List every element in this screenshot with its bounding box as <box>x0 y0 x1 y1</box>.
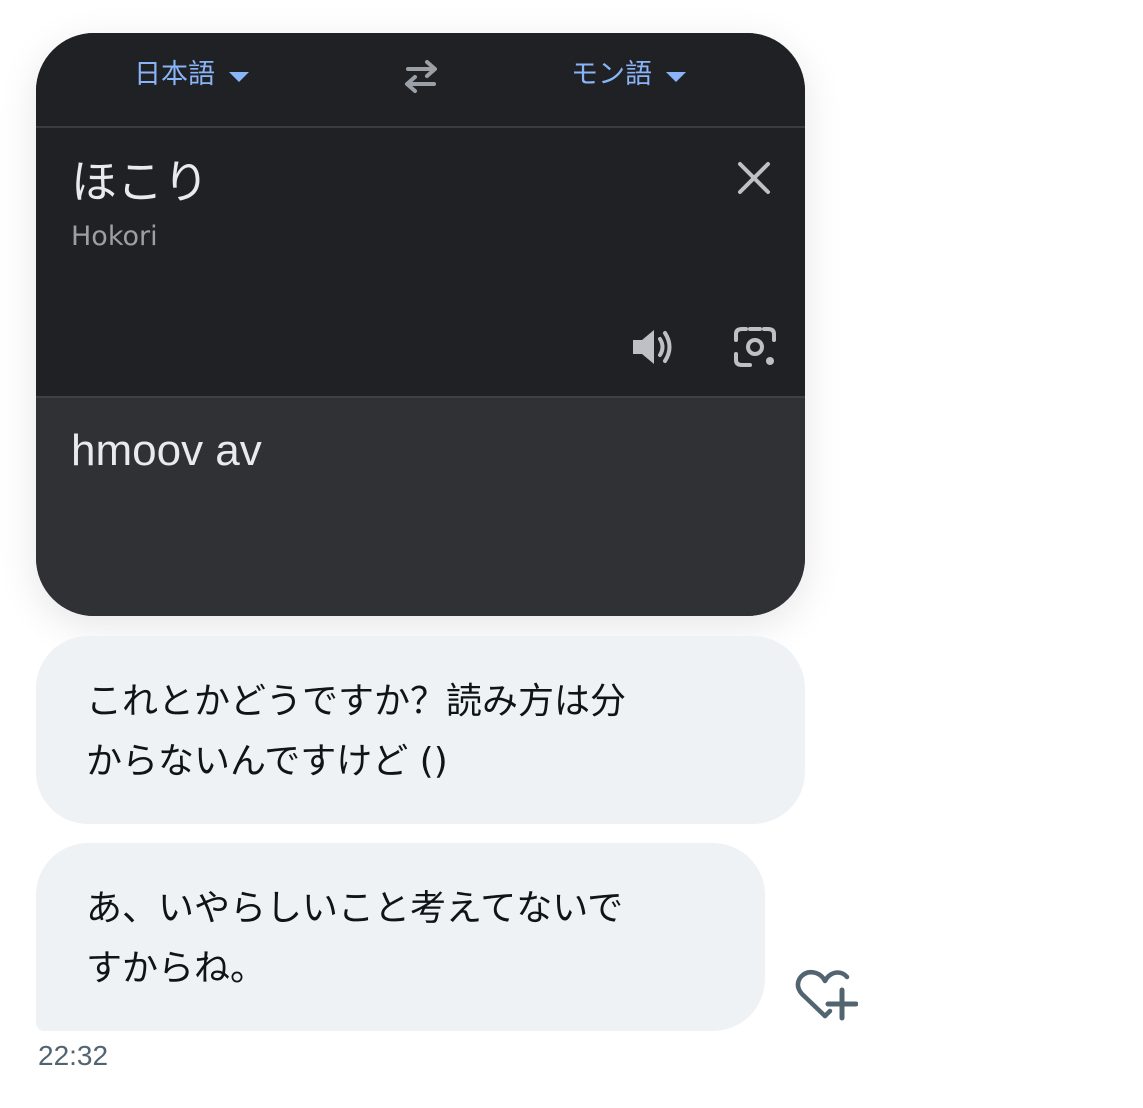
translate-screenshot-card[interactable]: 日本語 モン語 ほこり Hokori hmoov av <box>36 33 805 616</box>
close-icon[interactable] <box>734 158 774 198</box>
source-language-selector[interactable]: 日本語 <box>134 57 249 93</box>
translation-output-area[interactable]: hmoov av <box>36 396 805 616</box>
caret-down-icon <box>666 72 686 82</box>
message-line: からないんですけど () <box>86 741 448 782</box>
language-bar: 日本語 モン語 <box>36 33 805 128</box>
translated-text: hmoov av <box>71 426 262 475</box>
message-line: すからね。 <box>86 948 267 989</box>
speaker-icon[interactable] <box>629 326 675 368</box>
message-line: あ、いやらしいこと考えてないで <box>86 888 624 929</box>
camera-lens-icon[interactable] <box>732 324 778 370</box>
target-language-selector[interactable]: モン語 <box>571 57 686 93</box>
source-language-label: 日本語 <box>134 59 215 90</box>
source-text: ほこり <box>71 155 209 209</box>
message-line: これとかどうですか？読み方は分 <box>86 681 627 722</box>
message-bubble[interactable]: これとかどうですか？読み方は分 からないんですけど () <box>36 636 805 824</box>
swap-languages-icon[interactable] <box>400 57 442 95</box>
message-timestamp: 22:32 <box>38 1040 109 1071</box>
target-language-label: モン語 <box>571 59 652 90</box>
romanization-text: Hokori <box>71 221 158 252</box>
source-input-area[interactable]: ほこり Hokori <box>36 128 805 394</box>
caret-down-icon <box>229 72 249 82</box>
heart-plus-icon[interactable] <box>792 966 858 1026</box>
message-bubble[interactable]: あ、いやらしいこと考えてないで すからね。 <box>36 843 765 1031</box>
